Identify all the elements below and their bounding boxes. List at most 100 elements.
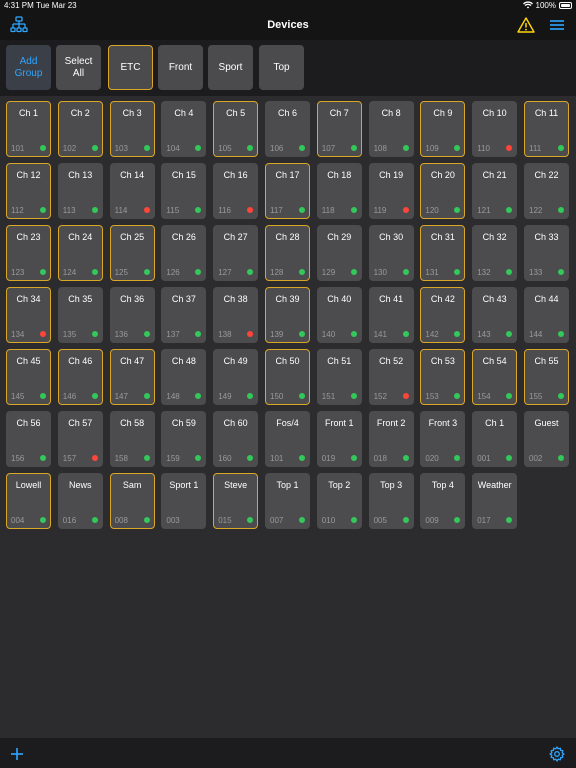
status-dot (247, 207, 254, 213)
device-tile[interactable]: Ch 57 157 (57, 411, 103, 467)
device-tile[interactable]: Fos/4 101 (265, 411, 310, 467)
device-tile[interactable]: Ch 31 131 (420, 225, 466, 281)
status-dot (91, 455, 98, 461)
device-tile[interactable]: Ch 5 105 (213, 101, 259, 157)
device-number: 106 (270, 144, 284, 153)
device-tile[interactable]: Ch 3 103 (109, 101, 155, 157)
device-tile[interactable]: Ch 41 141 (368, 287, 414, 343)
device-tile[interactable]: Top 1 007 (265, 473, 310, 529)
device-tile[interactable]: Ch 48 148 (161, 349, 207, 405)
device-tile[interactable]: Ch 59 159 (161, 411, 207, 467)
device-tile[interactable]: Ch 46 146 (57, 349, 103, 405)
device-tile[interactable]: Sport 1 003 (161, 473, 207, 529)
group-button[interactable]: Top (259, 45, 304, 90)
device-tile[interactable]: Ch 18 118 (316, 163, 362, 219)
device-number: 141 (373, 330, 387, 339)
device-tile[interactable]: Ch 22 122 (524, 163, 569, 219)
device-name: Ch 4 (174, 108, 194, 118)
device-tile[interactable]: Ch 49 149 (213, 349, 259, 405)
device-tile[interactable]: Ch 36 136 (109, 287, 155, 343)
warning-icon[interactable] (517, 17, 535, 33)
device-name: Ch 11 (534, 108, 559, 118)
device-tile[interactable]: Ch 60 160 (213, 411, 259, 467)
device-tile[interactable]: Ch 47 147 (109, 349, 155, 405)
device-tile[interactable]: Ch 42 142 (420, 287, 466, 343)
device-tile[interactable]: Ch 35 135 (57, 287, 103, 343)
device-tile[interactable]: Ch 20 120 (420, 163, 466, 219)
device-tile[interactable]: Ch 56 156 (6, 411, 51, 467)
device-tile[interactable]: Ch 38 138 (213, 287, 259, 343)
group-button[interactable]: Sport (208, 45, 253, 90)
device-number: 154 (477, 392, 491, 401)
device-tile[interactable]: Ch 1 101 (6, 101, 51, 157)
device-tile[interactable]: Top 3 005 (368, 473, 414, 529)
device-tile[interactable]: Lowell 004 (6, 473, 51, 529)
device-tile[interactable]: Ch 24 124 (57, 225, 103, 281)
device-tile[interactable]: Top 2 010 (316, 473, 362, 529)
device-tile[interactable]: Ch 58 158 (109, 411, 155, 467)
device-tile[interactable]: Sam 008 (109, 473, 155, 529)
device-tile[interactable]: Ch 7 107 (316, 101, 362, 157)
device-tile[interactable]: Ch 52 152 (368, 349, 414, 405)
device-tile[interactable]: Weather 017 (472, 473, 518, 529)
device-tile[interactable]: Ch 25 125 (109, 225, 155, 281)
device-tile[interactable]: Ch 39 139 (265, 287, 310, 343)
device-tile[interactable]: Ch 29 129 (316, 225, 362, 281)
device-tile[interactable]: Ch 8 108 (368, 101, 414, 157)
device-name: Ch 17 (275, 170, 300, 180)
device-tile[interactable]: Ch 11 111 (524, 101, 569, 157)
device-tile[interactable]: Front 2 018 (368, 411, 414, 467)
device-tile[interactable]: Ch 27 127 (213, 225, 259, 281)
device-tile[interactable]: Ch 12 112 (6, 163, 51, 219)
device-tile[interactable]: Ch 28 128 (265, 225, 310, 281)
device-tile[interactable]: Ch 43 143 (472, 287, 518, 343)
group-button[interactable]: Select All (56, 45, 101, 90)
device-tile[interactable]: Guest 002 (524, 411, 569, 467)
device-tile[interactable]: Ch 19 119 (368, 163, 414, 219)
device-tile[interactable]: Ch 54 154 (472, 349, 518, 405)
device-tile[interactable]: Ch 4 104 (161, 101, 207, 157)
device-tile[interactable]: Ch 14 114 (109, 163, 155, 219)
group-button[interactable]: Add Group (6, 45, 51, 90)
add-icon[interactable] (10, 747, 24, 761)
device-name: Ch 22 (534, 170, 559, 180)
device-tile[interactable]: Ch 21 121 (472, 163, 518, 219)
device-tile[interactable]: Ch 37 137 (161, 287, 207, 343)
device-tile[interactable]: Front 1 019 (316, 411, 362, 467)
device-tile[interactable]: Ch 33 133 (524, 225, 569, 281)
device-tile[interactable]: Ch 51 151 (316, 349, 362, 405)
device-tile[interactable]: Front 3 020 (420, 411, 466, 467)
device-tile[interactable]: Ch 30 130 (368, 225, 414, 281)
group-button[interactable]: Front (158, 45, 203, 90)
device-tile[interactable]: Top 4 009 (420, 473, 466, 529)
device-tile[interactable]: Ch 45 145 (6, 349, 51, 405)
device-tile[interactable]: Ch 53 153 (420, 349, 466, 405)
device-number: 119 (373, 206, 387, 215)
status-dot (91, 269, 98, 275)
device-tile[interactable]: Ch 15 115 (161, 163, 207, 219)
device-tile[interactable]: Ch 10 110 (472, 101, 518, 157)
device-tile[interactable]: Ch 50 150 (265, 349, 310, 405)
device-tile[interactable]: Ch 26 126 (161, 225, 207, 281)
device-tile[interactable]: Ch 55 155 (524, 349, 569, 405)
status-dot (40, 145, 46, 151)
status-dot (506, 393, 513, 399)
device-tile[interactable]: Steve 015 (213, 473, 259, 529)
device-tile[interactable]: News 016 (57, 473, 103, 529)
device-tile[interactable]: Ch 6 106 (265, 101, 310, 157)
device-tile[interactable]: Ch 23 123 (6, 225, 51, 281)
device-tile[interactable]: Ch 2 102 (57, 101, 103, 157)
menu-icon[interactable] (549, 18, 565, 32)
group-button[interactable]: ETC (108, 45, 153, 90)
device-tile[interactable]: Ch 44 144 (524, 287, 569, 343)
device-tile[interactable]: Ch 16 116 (213, 163, 259, 219)
device-tile[interactable]: Ch 17 117 (265, 163, 310, 219)
device-tile[interactable]: Ch 40 140 (316, 287, 362, 343)
device-tile[interactable]: Ch 1 001 (472, 411, 518, 467)
settings-icon[interactable] (549, 746, 565, 762)
device-tile[interactable]: Ch 34 134 (6, 287, 51, 343)
device-tile[interactable]: Ch 9 109 (420, 101, 466, 157)
device-tile[interactable]: Ch 32 132 (472, 225, 518, 281)
device-tile[interactable]: Ch 13 113 (57, 163, 103, 219)
device-number: 008 (114, 516, 128, 525)
